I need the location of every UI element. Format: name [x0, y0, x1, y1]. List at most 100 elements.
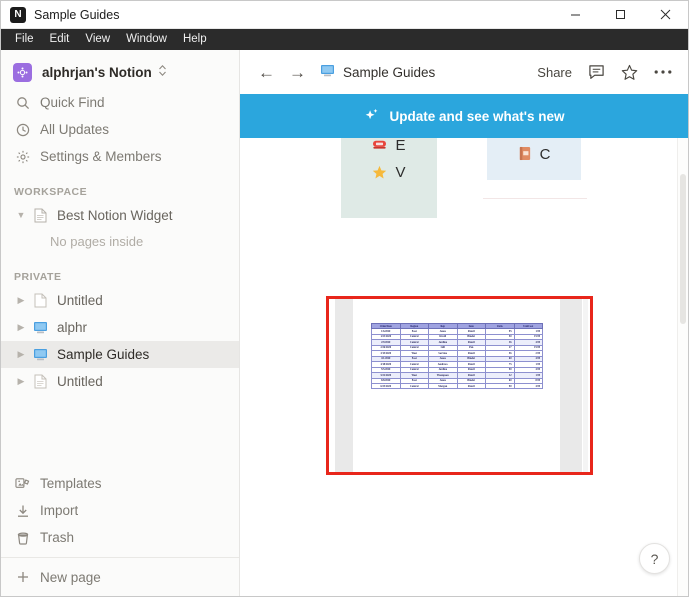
card-row: E: [372, 138, 406, 154]
sidebar-page-label: Best Notion Widget: [57, 208, 173, 223]
chevron-updown-icon: [158, 64, 167, 80]
window-title: Sample Guides: [34, 7, 120, 22]
star-emoji: [372, 165, 387, 181]
menu-view[interactable]: View: [77, 29, 118, 50]
sidebar-page-untitled-1[interactable]: ▶ Untitled: [1, 287, 239, 314]
table-cell: Central: [399, 382, 429, 390]
embedded-image: OrderDate Region Rep Item Units UnitCost…: [329, 299, 590, 472]
table-cell: 4.99: [513, 382, 543, 390]
star-icon[interactable]: [621, 64, 638, 81]
computer-emoji: [31, 348, 50, 361]
menu-file[interactable]: File: [7, 29, 42, 50]
import-icon: [14, 504, 31, 518]
content-card-left[interactable]: E V: [341, 138, 437, 218]
image-left-band: [335, 299, 353, 472]
main-area: ← → Sample Guides Share Update and see w…: [240, 50, 688, 596]
sidebar-item-settings-members[interactable]: Settings & Members: [1, 143, 239, 170]
help-button[interactable]: ?: [639, 543, 670, 574]
triangle-right-icon[interactable]: ▶: [14, 377, 28, 386]
sidebar-item-trash[interactable]: Trash: [1, 524, 239, 551]
vertical-scrollbar[interactable]: [677, 138, 688, 596]
trash-icon: [14, 531, 31, 545]
minimize-button[interactable]: [553, 1, 598, 28]
sidebar-page-best-notion-widget[interactable]: ▼ Best Notion Widget: [1, 202, 239, 229]
card-letter: C: [539, 146, 551, 163]
table-row: 6/25/2020 Central Morgan Pencil 90 4.99: [371, 382, 543, 390]
section-header-workspace: WORKSPACE: [14, 186, 88, 198]
update-banner-text: Update and see what's new: [389, 108, 565, 124]
page-topbar: ← → Sample Guides Share: [240, 50, 688, 94]
section-header-private: PRIVATE: [14, 271, 62, 283]
table-body: 1/6/2020 East Jones Pencil 95 1.99 1/23/2020 Ce…: [371, 328, 543, 390]
workspace-name: alphrjan's Notion: [42, 64, 152, 80]
sidebar-item-import[interactable]: Import: [1, 497, 239, 524]
triangle-down-icon[interactable]: ▼: [14, 211, 28, 220]
maximize-button[interactable]: [598, 1, 643, 28]
lined-page-icon: [31, 374, 50, 389]
table-cell: Morgan: [428, 382, 458, 390]
image-right-band-2: [583, 299, 588, 472]
title-bar: N Sample Guides: [1, 1, 688, 29]
telephone-emoji: [372, 138, 387, 153]
update-banner[interactable]: Update and see what's new: [240, 94, 688, 138]
triangle-right-icon[interactable]: ▶: [14, 350, 28, 359]
sidebar-page-untitled-2[interactable]: ▶ Untitled: [1, 368, 239, 395]
table-cell: 90: [485, 382, 515, 390]
window-body: alphrjan's Notion Quick Find All Updates…: [1, 50, 688, 596]
computer-emoji: [320, 64, 335, 80]
workspace-switcher[interactable]: alphrjan's Notion: [1, 55, 239, 89]
sidebar-page-sample-guides[interactable]: ▶ Sample Guides: [1, 341, 239, 368]
gear-icon: [14, 150, 31, 164]
sidebar-page-label: Untitled: [57, 374, 103, 389]
menu-edit[interactable]: Edit: [42, 29, 78, 50]
comment-icon[interactable]: [588, 64, 605, 80]
forward-button[interactable]: →: [289, 64, 306, 81]
notebook-emoji: [518, 146, 532, 163]
sidebar-page-label: alphr: [57, 320, 88, 335]
sidebar: alphrjan's Notion Quick Find All Updates…: [1, 50, 240, 596]
menu-window[interactable]: Window: [118, 29, 175, 50]
card-letter: E: [395, 138, 406, 154]
sidebar-item-label: Templates: [40, 476, 102, 491]
breadcrumb[interactable]: Sample Guides: [343, 65, 435, 80]
ellipsis-icon[interactable]: [654, 69, 672, 75]
workspace-avatar-icon: [13, 62, 32, 82]
content-card-right[interactable]: C: [487, 138, 581, 180]
content-divider: [483, 198, 587, 199]
sidebar-item-label: Trash: [40, 530, 75, 545]
sidebar-item-quick-find[interactable]: Quick Find: [1, 89, 239, 116]
page-icon: [31, 208, 50, 223]
card-row: V: [372, 164, 406, 181]
scrollbar-thumb[interactable]: [680, 174, 686, 324]
image-right-band: [560, 299, 582, 472]
sidebar-item-label: Import: [40, 503, 79, 518]
sidebar-page-alphr[interactable]: ▶ alphr: [1, 314, 239, 341]
embedded-screenshot-block[interactable]: OrderDate Region Rep Item Units UnitCost…: [326, 296, 593, 475]
notion-desktop-window: N Sample Guides File Edit View Window He…: [0, 0, 689, 597]
no-pages-inside-note: No pages inside: [50, 234, 144, 249]
menu-bar: File Edit View Window Help: [1, 29, 688, 50]
computer-emoji: [31, 321, 50, 334]
new-page-label: New page: [40, 569, 101, 585]
share-button[interactable]: Share: [537, 65, 572, 80]
plus-icon: [14, 570, 31, 584]
sidebar-page-label: Untitled: [57, 293, 103, 308]
triangle-right-icon[interactable]: ▶: [14, 323, 28, 332]
sidebar-item-templates[interactable]: Templates: [1, 470, 239, 497]
sidebar-page-label: Sample Guides: [57, 347, 150, 362]
sidebar-item-label: All Updates: [40, 122, 110, 137]
notion-logo-icon: N: [10, 6, 26, 23]
card-row: C: [518, 146, 551, 163]
card-letter: V: [395, 164, 406, 181]
menu-help[interactable]: Help: [175, 29, 215, 50]
back-button[interactable]: ←: [258, 64, 275, 81]
triangle-right-icon[interactable]: ▶: [14, 296, 28, 305]
sidebar-item-label: Settings & Members: [40, 149, 162, 164]
blank-page-icon: [31, 293, 50, 308]
table-cell: 6/25/2020: [371, 382, 401, 390]
close-button[interactable]: [643, 1, 688, 28]
sidebar-item-all-updates[interactable]: All Updates: [1, 116, 239, 143]
sidebar-bottom-group: Templates Import Trash New page: [1, 470, 239, 596]
search-icon: [14, 96, 31, 110]
new-page-button[interactable]: New page: [1, 558, 239, 596]
